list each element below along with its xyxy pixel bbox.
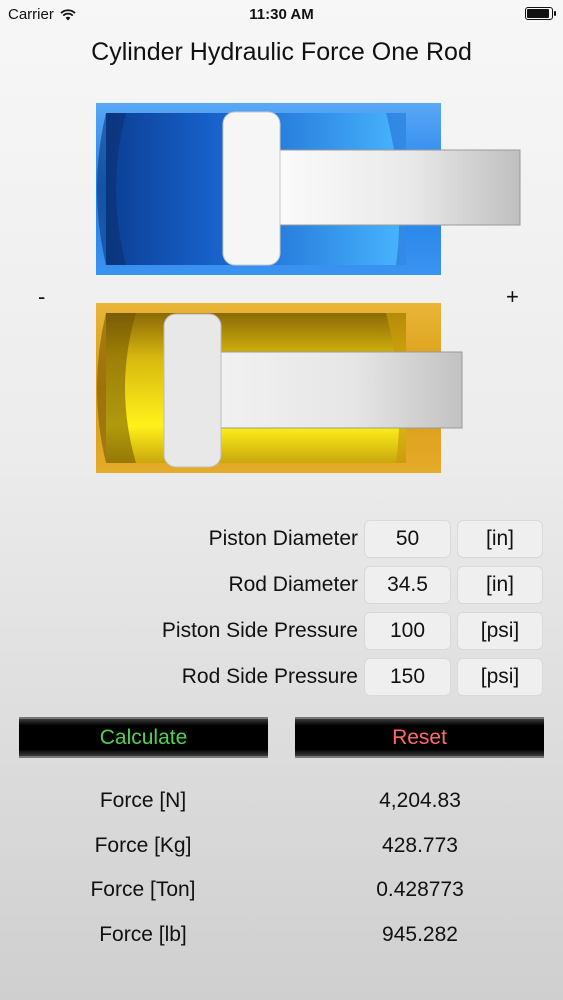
clock: 11:30 AM <box>249 6 314 23</box>
rod-side-pressure-label: Rod Side Pressure <box>181 665 358 688</box>
force-n-label: Force [N] <box>99 789 187 812</box>
piston-diameter-unit-button[interactable]: [in] <box>457 520 543 558</box>
force-lb-value: 945.282 <box>382 923 458 946</box>
battery-icon <box>525 7 556 20</box>
status-bar: Carrier 11:30 AM <box>0 0 563 30</box>
rod-side-pressure-unit-button[interactable]: [psi] <box>457 658 543 696</box>
force-n-value: 4,204.83 <box>379 789 461 812</box>
cylinder-diagram-blue <box>96 103 521 275</box>
force-kg-value: 428.773 <box>382 834 458 857</box>
rod-diameter-unit-button[interactable]: [in] <box>457 566 543 604</box>
piston-rod <box>245 149 521 226</box>
piston-side-pressure-field[interactable]: 100 <box>364 612 451 650</box>
minus-label: - <box>38 284 46 309</box>
plus-label: + <box>506 284 519 309</box>
piston-diameter-label: Piston Diameter <box>208 527 358 550</box>
piston-head <box>163 313 222 468</box>
reset-button[interactable]: Reset <box>295 717 544 758</box>
piston-rod <box>187 351 463 429</box>
piston-diameter-field[interactable]: 50 <box>364 520 451 558</box>
piston-head <box>222 111 281 266</box>
piston-side-pressure-label: Piston Side Pressure <box>161 619 358 642</box>
page-title: Cylinder Hydraulic Force One Rod <box>91 38 472 66</box>
force-ton-label: Force [Ton] <box>90 878 196 901</box>
rod-side-pressure-field[interactable]: 150 <box>364 658 451 696</box>
piston-side-pressure-unit-button[interactable]: [psi] <box>457 612 543 650</box>
force-kg-label: Force [Kg] <box>94 834 192 857</box>
rod-diameter-field[interactable]: 34.5 <box>364 566 451 604</box>
force-ton-value: 0.428773 <box>376 878 464 901</box>
rod-diameter-label: Rod Diameter <box>228 573 358 596</box>
cylinder-diagram-yellow <box>96 303 463 473</box>
force-lb-label: Force [lb] <box>99 923 187 946</box>
calculate-button[interactable]: Calculate <box>19 717 268 758</box>
